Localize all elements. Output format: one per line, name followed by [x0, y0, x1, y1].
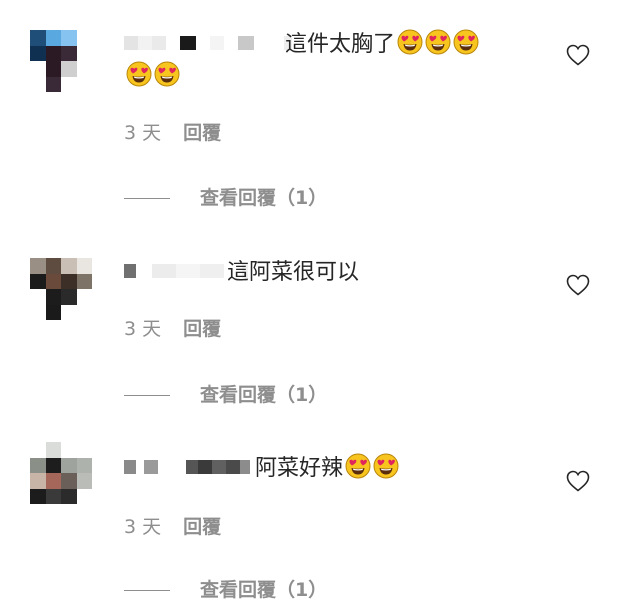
comment-meta: 3 天 回覆: [124, 121, 221, 145]
avatar-pixel: [61, 488, 77, 504]
avatar-pixel: [61, 442, 77, 458]
heart-eyes-emoji-icon: [373, 453, 399, 479]
reply-button[interactable]: 回覆: [183, 515, 221, 539]
username-pixelated[interactable]: [124, 454, 250, 480]
avatar-pixel: [30, 45, 46, 61]
avatar-pixel: [45, 45, 61, 61]
avatar-pixel: [30, 61, 46, 77]
avatar-pixel: [45, 258, 61, 274]
heart-outline-icon[interactable]: [566, 274, 590, 296]
avatar-pixel: [61, 304, 77, 320]
heart-outline-icon[interactable]: [566, 44, 590, 66]
avatar-pixel: [76, 273, 92, 289]
comment-text-body: 這件太胸了: [285, 32, 396, 57]
avatar-pixel: [45, 61, 61, 77]
comment-text: 這阿菜很可以: [227, 258, 359, 288]
avatar-pixel: [30, 473, 46, 489]
avatar-pixel: [76, 61, 92, 77]
avatar-pixel: [30, 30, 46, 46]
avatar-pixel: [45, 289, 61, 305]
heart-eyes-emoji-icon: [453, 29, 479, 55]
avatar-pixel: [45, 473, 61, 489]
avatar[interactable]: [30, 258, 92, 320]
avatar-pixel: [30, 488, 46, 504]
view-replies-button[interactable]: 查看回覆（1）: [124, 578, 327, 602]
emoji-group: [124, 61, 180, 89]
avatar-pixel: [76, 488, 92, 504]
heart-eyes-emoji-icon: [345, 453, 371, 479]
avatar[interactable]: [30, 30, 92, 92]
view-replies-label: 查看回覆（1）: [200, 187, 328, 209]
avatar-pixel: [76, 289, 92, 305]
heart-eyes-emoji-icon: [425, 29, 451, 55]
comment-text-wrap: [124, 61, 180, 92]
avatar-pixel: [61, 473, 77, 489]
avatar-pixel: [61, 273, 77, 289]
avatar-pixel: [61, 76, 77, 92]
avatar-pixel: [45, 76, 61, 92]
avatar-pixel: [30, 442, 46, 458]
avatar-pixel: [45, 273, 61, 289]
timestamp: 3 天: [124, 516, 162, 538]
timestamp: 3 天: [124, 318, 162, 340]
avatar-pixel: [30, 258, 46, 274]
heart-eyes-emoji-icon: [126, 61, 152, 87]
comment-text: 這件太胸了: [285, 29, 479, 60]
avatar-pixel: [61, 61, 77, 77]
avatar-pixel: [45, 304, 61, 320]
divider-line: [124, 197, 170, 199]
avatar-pixel: [76, 258, 92, 274]
avatar-pixel: [76, 76, 92, 92]
avatar-pixel: [45, 30, 61, 46]
reply-button[interactable]: 回覆: [183, 317, 221, 341]
avatar[interactable]: [30, 442, 92, 504]
avatar-pixel: [76, 304, 92, 320]
view-replies-label: 查看回覆（1）: [200, 384, 328, 406]
avatar-pixel: [30, 273, 46, 289]
avatar-pixel: [76, 473, 92, 489]
timestamp: 3 天: [124, 122, 162, 144]
avatar-pixel: [61, 289, 77, 305]
avatar-pixel: [61, 258, 77, 274]
avatar-pixel: [45, 457, 61, 473]
avatar-pixel: [76, 30, 92, 46]
view-replies-label: 查看回覆（1）: [200, 579, 328, 601]
comment-text: 阿菜好辣: [255, 453, 399, 484]
username-pixelated[interactable]: [124, 30, 292, 56]
avatar-pixel: [76, 45, 92, 61]
avatar-pixel: [30, 76, 46, 92]
comment-text-body: 這阿菜很可以: [227, 260, 360, 285]
view-replies-button[interactable]: 查看回覆（1）: [124, 383, 327, 407]
comment-meta: 3 天 回覆: [124, 515, 221, 539]
view-replies-button[interactable]: 查看回覆（1）: [124, 186, 327, 210]
reply-button[interactable]: 回覆: [183, 121, 221, 145]
heart-eyes-emoji-icon: [397, 29, 423, 55]
avatar-pixel: [61, 457, 77, 473]
avatar-pixel: [30, 304, 46, 320]
comment-meta: 3 天 回覆: [124, 317, 221, 341]
avatar-pixel: [76, 457, 92, 473]
divider-line: [124, 589, 170, 591]
avatar-pixel: [45, 442, 61, 458]
avatar-pixel: [61, 45, 77, 61]
emoji-group: [395, 29, 479, 57]
avatar-pixel: [76, 442, 92, 458]
avatar-pixel: [30, 289, 46, 305]
heart-outline-icon[interactable]: [566, 470, 590, 492]
heart-eyes-emoji-icon: [154, 61, 180, 87]
avatar-pixel: [30, 457, 46, 473]
avatar-pixel: [61, 30, 77, 46]
divider-line: [124, 394, 170, 396]
emoji-group: [343, 453, 399, 481]
avatar-pixel: [45, 488, 61, 504]
comment-text-body: 阿菜好辣: [255, 456, 344, 481]
